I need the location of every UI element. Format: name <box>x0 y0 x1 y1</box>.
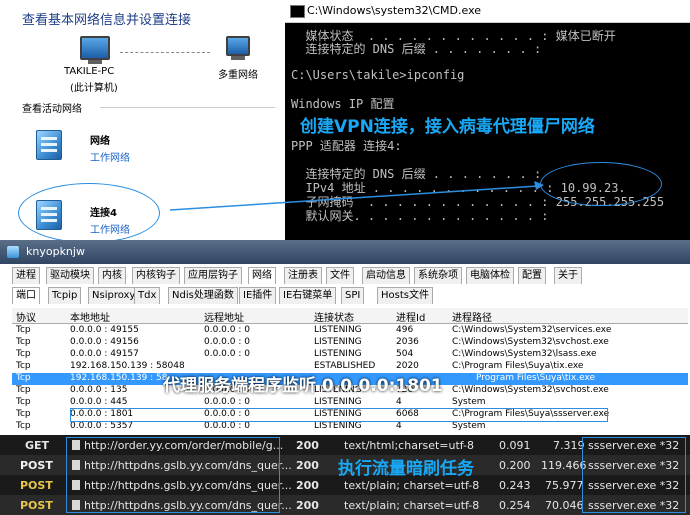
multi-network-label[interactable]: 多重网络 <box>218 66 258 81</box>
security-tool-window[interactable]: knyopknjw 进程 驱动模块 内核 内核钩子 应用层钩子 网络 注册表 文… <box>0 240 690 435</box>
tab-config[interactable]: 配置 <box>518 267 546 284</box>
column-local[interactable]: 本地地址 <box>70 309 110 324</box>
cmd-line: C:\Users\takile>ipconfig <box>291 68 465 82</box>
main-tabs: 进程 驱动模块 内核 内核钩子 应用层钩子 网络 注册表 文件 启动信息 系统杂… <box>8 267 688 285</box>
cmd-line: Windows IP 配置 <box>291 97 395 111</box>
column-protocol[interactable]: 协议 <box>16 309 36 324</box>
session-list: GET http://order.yy.com/order/mobile/g..… <box>0 435 690 515</box>
tab-kernel-hook[interactable]: 内核钩子 <box>132 267 180 284</box>
table-header: 协议 本地地址 远程地址 连接状态 进程Id 进程路径 <box>12 308 688 324</box>
network-name: 网络 <box>90 136 110 147</box>
local-pc-sub: (此计算机) <box>70 83 118 94</box>
subtab-nsiproxy[interactable]: Nsiproxy <box>88 287 140 304</box>
table-row[interactable]: Tcp 0.0.0.0 : 5357 0.0.0.0 : 0 LISTENING 4 Sy… <box>12 421 688 433</box>
multi-network-icon <box>226 36 250 60</box>
divider <box>100 107 275 108</box>
process-highlight-box <box>582 437 686 513</box>
proxy-annotation: 代理服务端程序监听 0.0.0.0:1801 <box>163 376 443 396</box>
tab-network[interactable]: 网络 <box>248 267 276 284</box>
computer-icon <box>80 36 110 64</box>
subtab-ie-menu[interactable]: IE右键菜单 <box>279 287 337 304</box>
connection-highlight-ellipse <box>18 183 160 243</box>
subtab-ie-plugin[interactable]: IE插件 <box>239 287 277 304</box>
table-row[interactable]: Tcp 0.0.0.0 : 49156 0.0.0.0 : 0 LISTENING 20… <box>12 337 688 349</box>
subtab-hosts[interactable]: Hosts文件 <box>377 287 433 304</box>
subtab-tcpip[interactable]: Tcpip <box>48 287 82 304</box>
column-path[interactable]: 进程路径 <box>452 309 492 324</box>
tab-about[interactable]: 关于 <box>554 267 582 284</box>
tab-misc[interactable]: 系统杂项 <box>414 267 462 284</box>
network-center-title: 查看基本网络信息并设置连接 <box>22 13 192 28</box>
cmd-title: C:\Windows\system32\CMD.exe <box>307 4 482 17</box>
tool-titlebar[interactable]: knyopknjw <box>0 240 690 264</box>
network-icon <box>36 130 62 160</box>
tab-app-hook[interactable]: 应用层钩子 <box>184 267 242 284</box>
url-highlight-box <box>66 437 280 513</box>
tab-registry[interactable]: 注册表 <box>284 267 322 284</box>
subtab-port[interactable]: 端口 <box>12 287 40 304</box>
cmd-icon <box>290 5 305 18</box>
column-state[interactable]: 连接状态 <box>314 309 354 324</box>
tab-file[interactable]: 文件 <box>326 267 354 284</box>
tab-process[interactable]: 进程 <box>12 267 40 284</box>
tool-title: knyopknjw <box>26 245 85 258</box>
ip-highlight-ellipse <box>540 162 662 206</box>
column-pid[interactable]: 进程Id <box>396 309 425 324</box>
traffic-annotation: 执行流量暗刷任务 <box>338 459 474 479</box>
tab-startup[interactable]: 启动信息 <box>362 267 410 284</box>
subtab-ndis[interactable]: Ndis处理函数 <box>168 287 238 304</box>
sub-tabs: 端口 Tcpip Nsiproxy Tdx Ndis处理函数 IE插件 IE右键… <box>8 287 688 305</box>
column-remote[interactable]: 远程地址 <box>204 309 244 324</box>
cmd-titlebar[interactable]: C:\Windows\system32\CMD.exe <box>285 0 690 23</box>
vpn-annotation: 创建VPN连接，接入病毒代理僵尸网络 <box>300 117 595 137</box>
connection-line <box>120 52 210 53</box>
annotation-arrow <box>169 181 544 211</box>
table-row[interactable]: Tcp 0.0.0.0 : 49155 0.0.0.0 : 0 LISTENING 49… <box>12 325 688 337</box>
tab-driver[interactable]: 驱动模块 <box>46 267 94 284</box>
network-type-link[interactable]: 工作网络 <box>90 149 130 164</box>
cmd-line: PPP 适配器 连接4: <box>291 139 402 153</box>
cmd-line: 连接特定的 DNS 后缀 . . . . . . . : <box>291 42 542 56</box>
tab-kernel[interactable]: 内核 <box>98 267 126 284</box>
local-pc-name: TAKILE-PC <box>64 66 115 77</box>
listening-row-highlight <box>70 408 608 422</box>
subtab-spi[interactable]: SPI <box>341 287 365 304</box>
tab-checkup[interactable]: 电脑体检 <box>466 267 514 284</box>
active-networks-label: 查看活动网络 <box>22 104 82 115</box>
subtab-tdx[interactable]: Tdx <box>134 287 161 304</box>
app-icon <box>7 246 19 258</box>
table-row[interactable]: Tcp 0.0.0.0 : 49157 0.0.0.0 : 0 LISTENING 50… <box>12 349 688 361</box>
